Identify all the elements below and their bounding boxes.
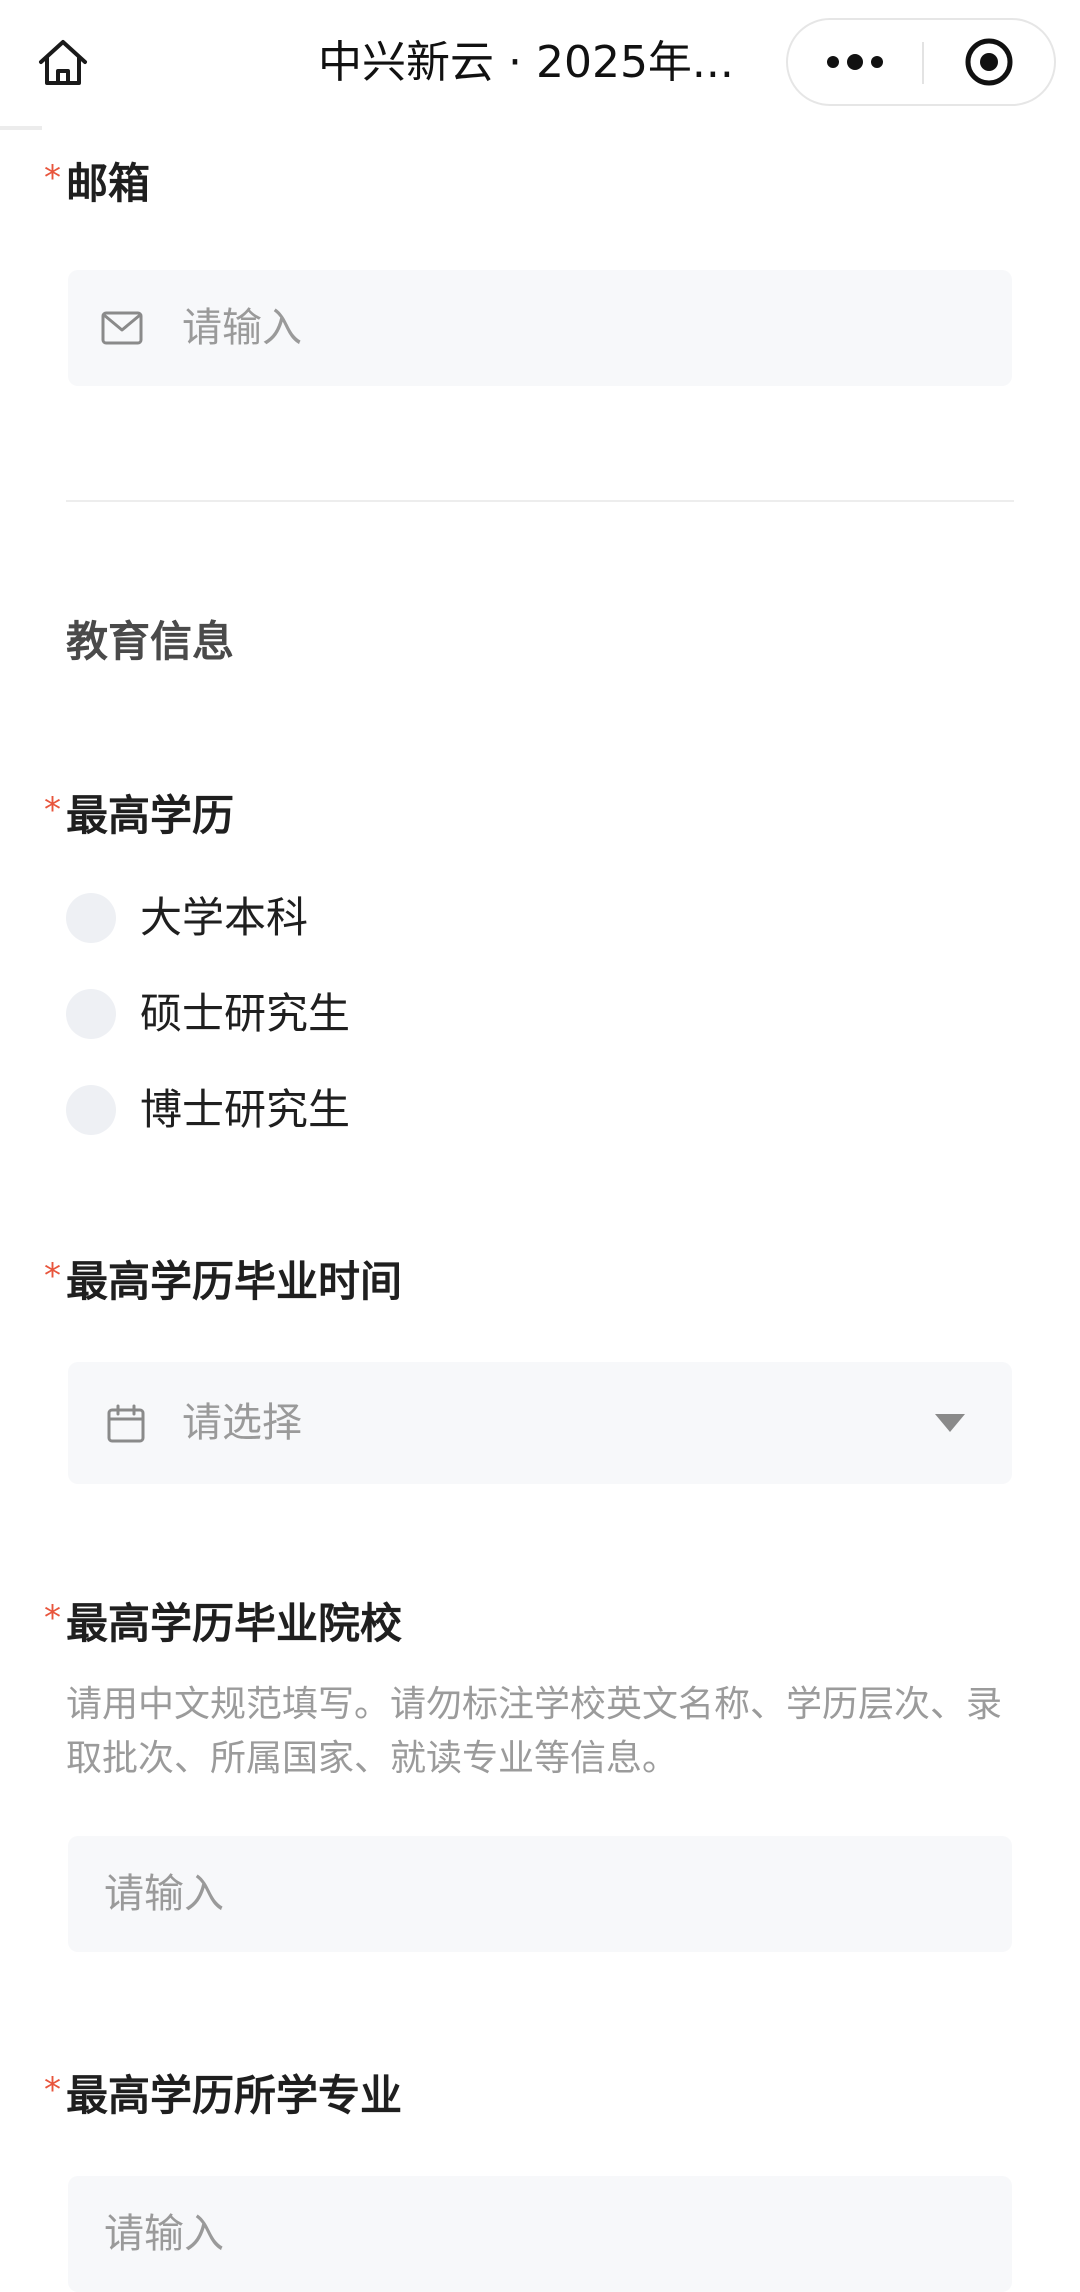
graduation-school-label: 最高学历毕业院校 [66,1599,403,1648]
major-label: 最高学历所学专业 [66,2071,403,2120]
email-label: 邮箱 [66,159,151,208]
radio-label: 博士研究生 [140,1085,351,1134]
email-input[interactable]: 请输入 [182,270,302,386]
graduation-school-hint: 请用中文规范填写。请勿标注学校英文名称、学历层次、录取批次、所属国家、就读专业等… [66,1684,1003,1779]
graduation-school-input[interactable]: 请输入 [104,1836,224,1952]
major-field[interactable]: 请输入 [68,2176,1012,2292]
more-button[interactable] [788,20,922,104]
graduation-school-field[interactable]: 请输入 [68,1836,1012,1952]
radio-option-bachelor[interactable]: 大学本科 [66,890,566,946]
scroll-indicator [0,126,42,130]
home-icon [39,40,87,85]
close-button[interactable] [924,20,1054,104]
calendar-icon [104,1402,148,1446]
radio-button[interactable] [66,893,116,943]
mail-icon [100,306,144,350]
highest-degree-label: 最高学历 [66,791,235,840]
radio-button[interactable] [66,989,116,1039]
email-field[interactable]: 请输入 [68,270,1012,386]
required-mark: * [44,1598,61,1638]
required-mark: * [44,2070,61,2110]
graduation-time-input[interactable]: 请选择 [182,1362,302,1484]
target-close-icon [965,38,1013,86]
required-mark: * [44,790,61,830]
required-mark: * [44,158,61,198]
radio-option-master[interactable]: 硕士研究生 [66,986,566,1042]
radio-button[interactable] [66,1085,116,1135]
mini-program-capsule [786,18,1056,106]
graduation-time-picker[interactable]: 请选择 [68,1362,1012,1484]
graduation-time-label: 最高学历毕业时间 [66,1257,403,1306]
radio-option-doctor[interactable]: 博士研究生 [66,1082,566,1138]
home-button[interactable] [30,30,96,96]
required-mark: * [44,1256,61,1296]
page-title: 中兴新云 · 2025年... [318,37,734,88]
major-input[interactable]: 请输入 [104,2176,224,2292]
section-divider [66,500,1014,502]
caret-down-icon[interactable] [934,1412,966,1434]
section-title-education: 教育信息 [66,617,235,666]
more-dots-icon [827,54,883,70]
radio-label: 大学本科 [140,893,309,942]
radio-label: 硕士研究生 [140,989,351,1038]
nav-bar: 中兴新云 · 2025年... [0,0,1080,126]
